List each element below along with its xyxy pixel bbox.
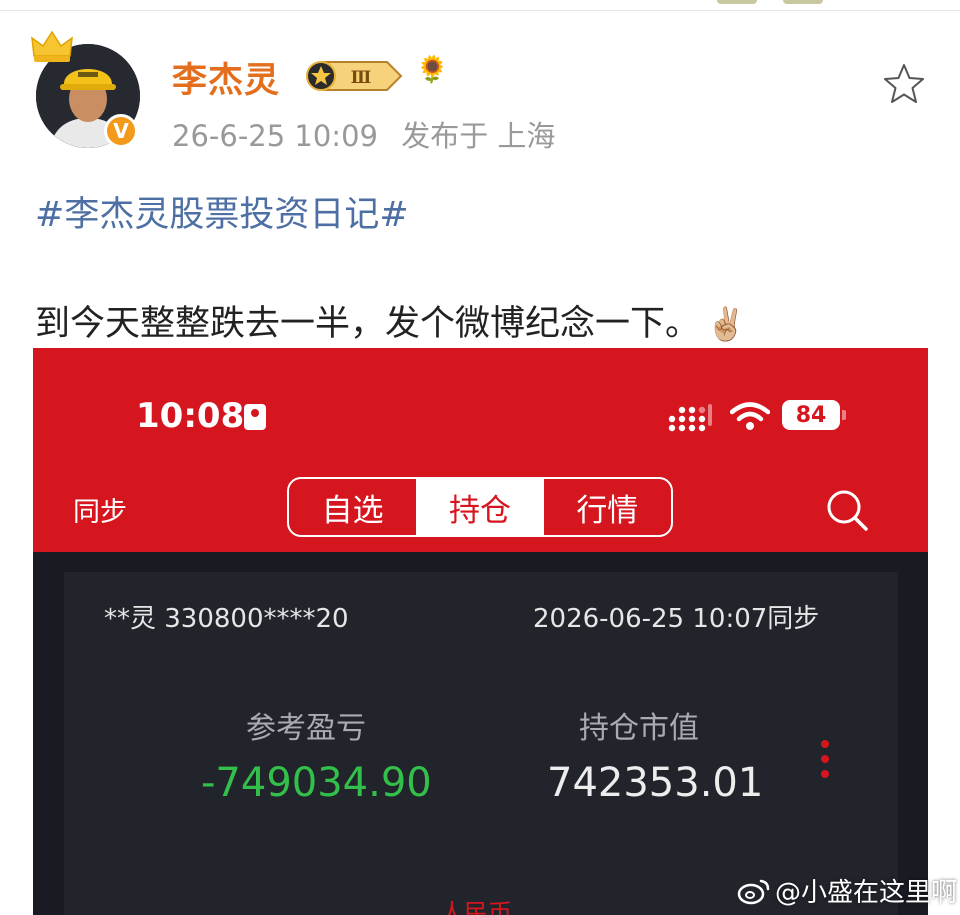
post-body: 到今天整整跌去一半，发个微博纪念一下。 ✌🏼: [35, 295, 746, 346]
wifi-icon: [730, 402, 770, 430]
battery-icon: 84: [782, 400, 846, 430]
pnl-value: -749034.90: [201, 760, 432, 806]
search-icon[interactable]: [825, 488, 869, 532]
contact-card-icon: [244, 404, 266, 430]
market-value-label: 持仓市值: [579, 711, 699, 746]
weibo-logo-icon: [737, 879, 770, 904]
flower-emoji: 🌻: [416, 55, 449, 85]
top-fragment: [783, 0, 823, 4]
author-avatar[interactable]: V: [31, 30, 140, 148]
top-divider: [0, 0, 960, 11]
account-id: **灵 330800****20: [104, 604, 349, 634]
tab-watchlist[interactable]: 自选: [289, 479, 416, 535]
post-timestamp: 26-6-25 10:09: [172, 119, 378, 153]
more-icon[interactable]: [821, 740, 831, 785]
star-icon[interactable]: [880, 60, 928, 108]
tab-holdings[interactable]: 持仓: [416, 479, 544, 535]
post-location: 发布于 上海: [401, 119, 556, 153]
verified-icon: V: [104, 114, 138, 148]
pnl-label: 参考盈亏: [246, 711, 366, 746]
crown-icon: [31, 30, 73, 62]
sync-button[interactable]: 同步: [73, 490, 127, 529]
watermark: @小盛在这里啊: [737, 872, 957, 909]
hashtag-link[interactable]: #李杰灵股票投资日记#: [35, 186, 409, 237]
tab-market[interactable]: 行情: [544, 479, 671, 535]
author-name[interactable]: 李杰灵: [172, 52, 280, 103]
sync-time: 2026-06-25 10:07同步: [533, 604, 820, 634]
currency-label: 人民币: [440, 899, 512, 915]
watermark-text: @小盛在这里啊: [775, 878, 958, 908]
level-badge-icon[interactable]: Ⅲ: [305, 60, 403, 92]
post-image[interactable]: 10:08 84 同步 自选 持仓 行情 **灵 330800****20 20…: [33, 348, 928, 915]
post-meta: 26-6-25 10:09 发布于 上海: [172, 113, 555, 155]
market-value: 742353.01: [547, 760, 764, 806]
top-fragment: [717, 0, 757, 4]
level-text: Ⅲ: [351, 68, 372, 88]
post-body-text: 到今天整整跌去一半，发个微博纪念一下。: [35, 304, 701, 344]
segmented-tabs: 自选 持仓 行情: [287, 477, 673, 537]
status-time: 10:08: [136, 396, 245, 436]
victory-emoji: ✌🏼: [706, 305, 746, 343]
signal-icon: [668, 404, 712, 432]
